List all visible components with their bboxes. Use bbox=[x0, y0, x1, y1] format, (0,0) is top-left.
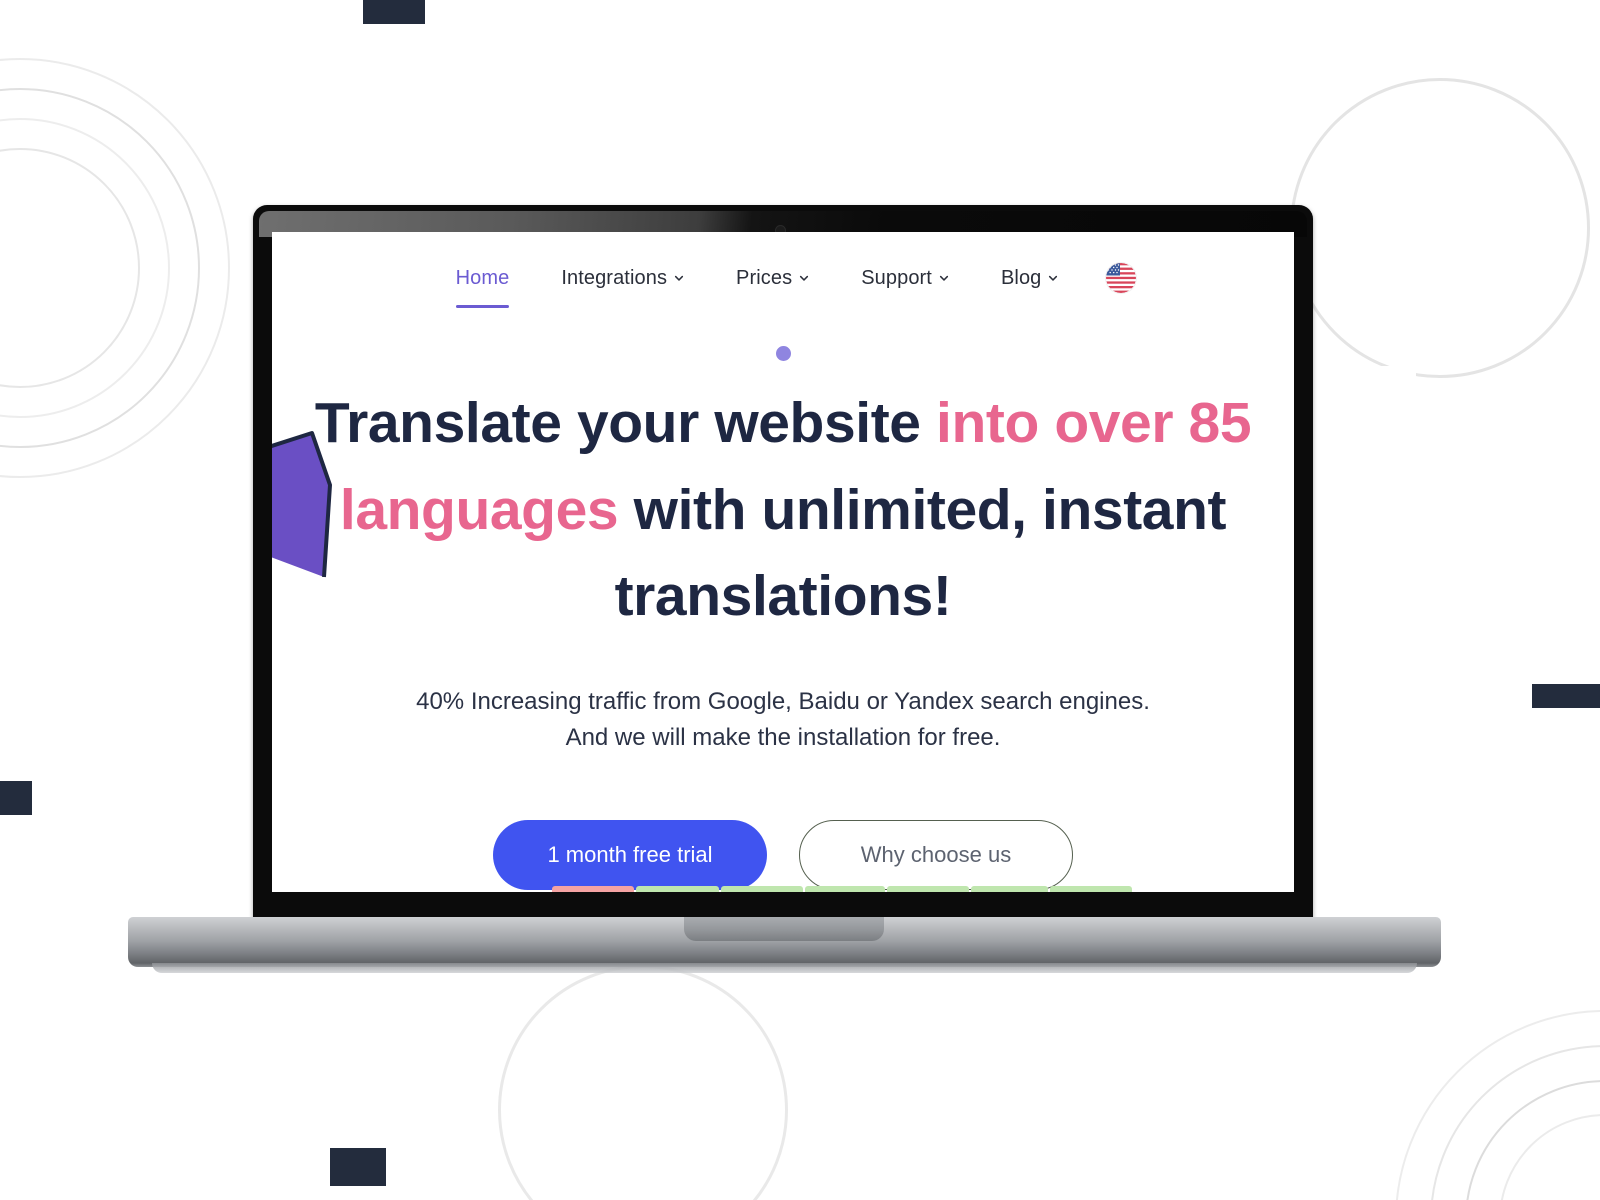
laptop-mockup: Home Integrations Prices Support Blog Tr… bbox=[128, 205, 1441, 975]
chevron-down-icon bbox=[800, 275, 809, 281]
nav-item-prices[interactable]: Prices bbox=[710, 267, 835, 290]
language-badge-chip[interactable] bbox=[635, 886, 720, 892]
square-decoration-left bbox=[0, 781, 32, 815]
headline-segment-1: Translate your website bbox=[314, 391, 937, 455]
accent-dot-decoration bbox=[776, 346, 791, 361]
language-badge-chip[interactable] bbox=[886, 886, 969, 892]
active-nav-underline bbox=[455, 304, 510, 308]
nav-item-home[interactable]: Home bbox=[430, 266, 536, 308]
language-badge-chip[interactable] bbox=[721, 886, 804, 892]
website-page: Home Integrations Prices Support Blog Tr… bbox=[272, 232, 1294, 892]
nav-item-label: Support bbox=[861, 266, 932, 289]
hero-headline: Translate your website into over 85 lang… bbox=[302, 380, 1264, 640]
nav-item-integrations[interactable]: Integrations bbox=[535, 267, 710, 290]
chevron-down-icon bbox=[674, 275, 684, 281]
laptop-screen: Home Integrations Prices Support Blog Tr… bbox=[272, 232, 1294, 892]
why-choose-us-button[interactable]: Why choose us bbox=[799, 820, 1073, 890]
ring bbox=[1395, 1010, 1600, 1200]
hero-subtitle: 40% Increasing traffic from Google, Baid… bbox=[333, 684, 1233, 756]
language-badge-chip[interactable] bbox=[805, 886, 885, 892]
nav-item-label: Integrations bbox=[561, 266, 668, 289]
chevron-down-icon bbox=[939, 275, 949, 281]
square-decoration-top bbox=[363, 0, 425, 24]
screenshot-canvas: Home Integrations Prices Support Blog Tr… bbox=[0, 0, 1600, 1200]
cta-button-group: 1 month free trial Why choose us bbox=[272, 820, 1294, 890]
headline-segment-2: with unlimited, instant translations! bbox=[614, 477, 1227, 629]
ring bbox=[1430, 1045, 1600, 1200]
ring bbox=[0, 148, 140, 388]
square-decoration-right bbox=[1532, 684, 1600, 708]
laptop-base-notch bbox=[684, 917, 884, 941]
ring bbox=[1465, 1080, 1600, 1200]
ring bbox=[1499, 1114, 1600, 1200]
nav-item-support[interactable]: Support bbox=[835, 267, 975, 290]
nav-item-label: Blog bbox=[1000, 266, 1042, 289]
subtitle-line-1: 40% Increasing traffic from Google, Baid… bbox=[416, 688, 1150, 715]
language-badge-chip[interactable] bbox=[970, 886, 1049, 892]
square-decoration-bottom bbox=[330, 1148, 386, 1186]
nav-item-label: Prices bbox=[736, 266, 793, 289]
language-badge-chip[interactable] bbox=[552, 886, 634, 892]
concentric-rings-bottom-right-decoration bbox=[1395, 1010, 1600, 1200]
subtitle-line-2: And we will make the installation for fr… bbox=[565, 724, 1001, 751]
nav-item-label: Home bbox=[455, 266, 510, 289]
us-flag-icon[interactable] bbox=[1106, 263, 1137, 293]
language-badge-chip[interactable] bbox=[1050, 886, 1133, 892]
language-badge-strip bbox=[552, 886, 1133, 892]
free-trial-button[interactable]: 1 month free trial bbox=[493, 820, 767, 890]
main-navigation: Home Integrations Prices Support Blog bbox=[272, 250, 1294, 308]
chevron-down-icon bbox=[1049, 275, 1058, 281]
laptop-base-foot bbox=[152, 963, 1417, 973]
circle-outline-bottom-center-decoration bbox=[498, 965, 788, 1200]
nav-item-blog[interactable]: Blog bbox=[975, 267, 1084, 290]
